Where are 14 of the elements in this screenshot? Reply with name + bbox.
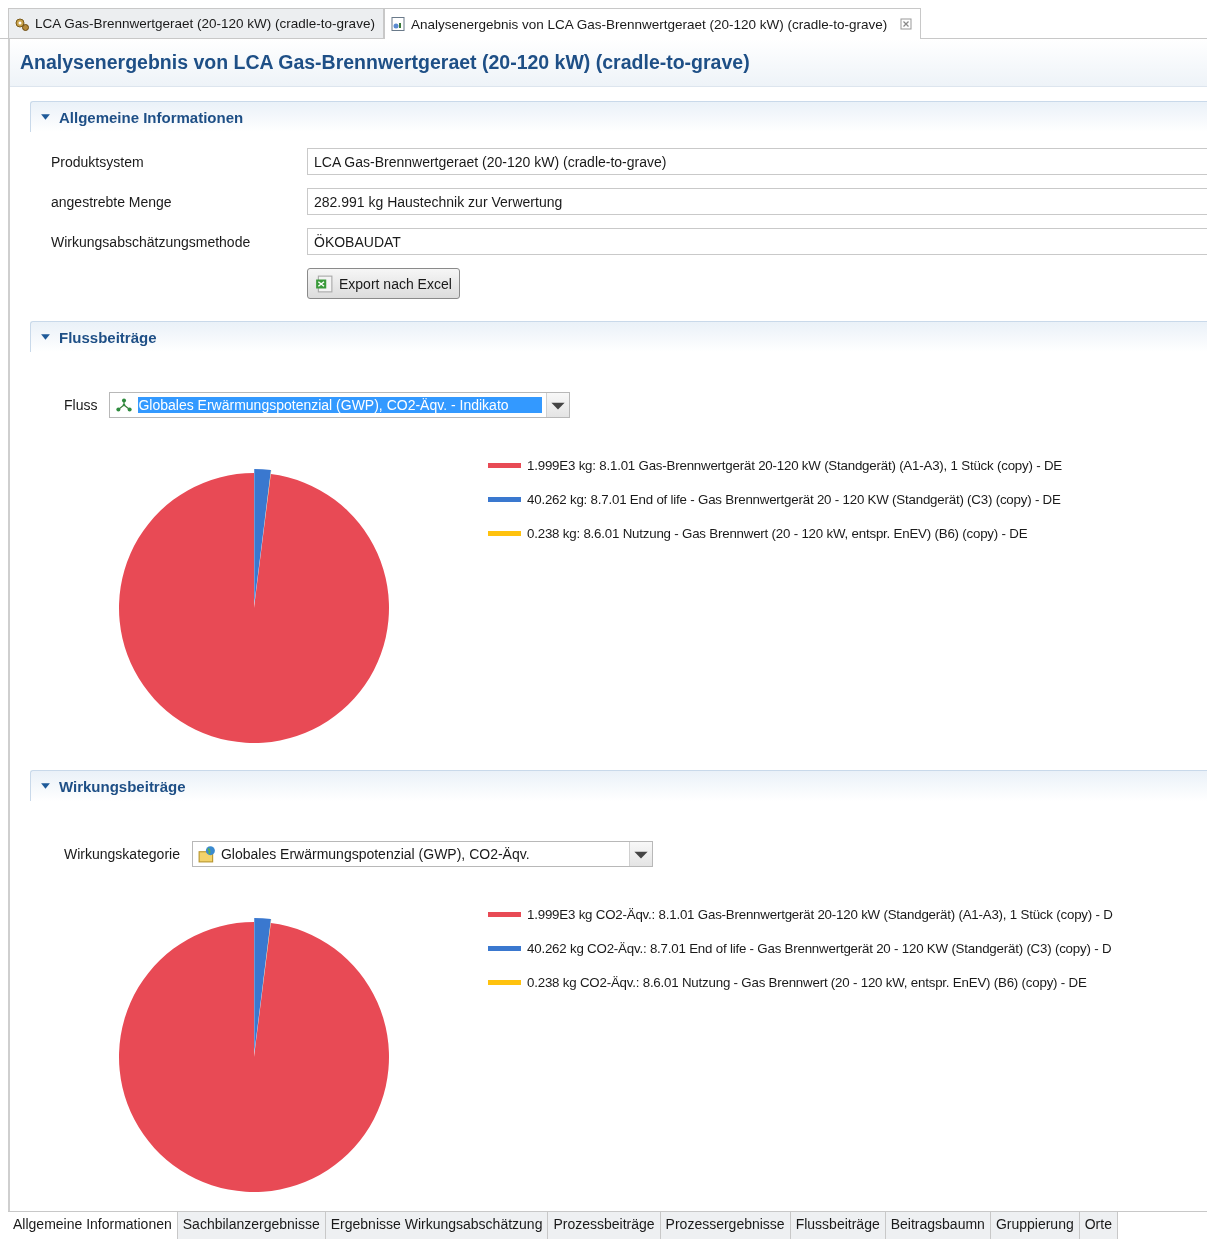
selector-label: Wirkungskategorie (64, 846, 180, 862)
section-title: Flussbeiträge (59, 328, 157, 346)
legend-label: 1.999E3 kg CO2-Äqv.: 8.1.01 Gas-Brennwertgerät 20-120 kW (Standgerät) (A1-A3), 1 Stück (copy) - D (527, 907, 1113, 922)
legend-label: 40.262 kg CO2-Äqv.: 8.7.01 End of life - Gas Brennwertgerät 20 - 120 KW (Standgerät) (C3) (copy) - D (527, 941, 1112, 956)
legend-label: 0.238 kg CO2-Äqv.: 8.6.01 Nutzung - Gas Brennwert (20 - 120 kW, entspr. EnEV) (B6) (copy) - DE (527, 975, 1087, 990)
legend-label: 1.999E3 kg: 8.1.01 Gas-Brennwertgerät 20-120 kW (Standgerät) (A1-A3), 1 Stück (copy) - DE (527, 458, 1062, 473)
section-title: Allgemeine Informationen (59, 108, 244, 126)
field-label: Wirkungsabschätzungsmethode (51, 233, 252, 250)
field-label: Produktsystem (51, 153, 145, 170)
legend-label: 0.238 kg: 8.6.01 Nutzung - Gas Brennwert (20 - 120 kW, entspr. EnEV) (B6) (copy) - DE (527, 526, 1028, 541)
section-title: Wirkungsbeiträge (59, 777, 186, 795)
selector-label: Fluss (64, 397, 98, 413)
legend-label: 40.262 kg: 8.7.01 End of life - Gas Brennwertgerät 20 - 120 KW (Standgerät) (C3) (copy) - DE (527, 492, 1061, 507)
field-label: angestrebte Menge (51, 193, 173, 210)
